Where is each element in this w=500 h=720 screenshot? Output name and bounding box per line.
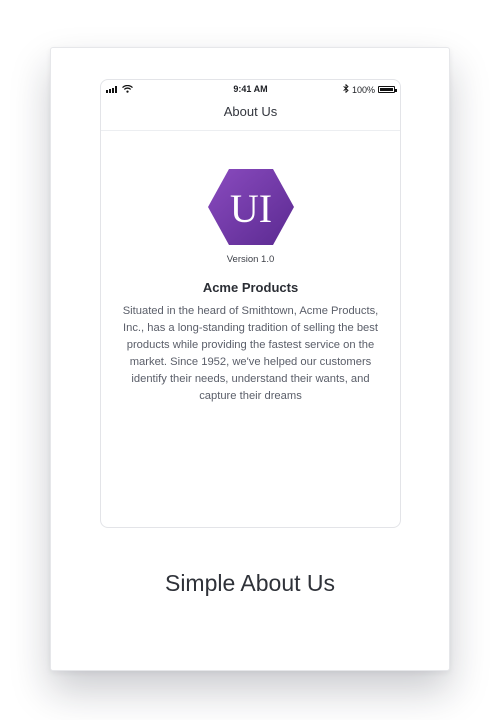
- status-bar: 9:41 AM 100%: [101, 80, 400, 98]
- nav-title: About Us: [223, 104, 278, 119]
- phone-frame: 9:41 AM 100% About Us UI Version 1.0 Acm…: [100, 79, 401, 528]
- status-right: 100%: [343, 83, 397, 95]
- hexagon-logo-icon: UI: [208, 169, 294, 245]
- nav-divider: [101, 130, 400, 131]
- preview-card: 9:41 AM 100% About Us UI Version 1.0 Acm…: [50, 47, 450, 671]
- page-caption: Simple About Us: [164, 570, 336, 596]
- bluetooth-icon: [343, 83, 349, 95]
- battery-percent: 100%: [351, 84, 375, 95]
- battery-icon: [378, 86, 397, 93]
- logo-text: UI: [230, 186, 272, 231]
- version-label: Version 1.0: [226, 254, 275, 265]
- company-description: Situated in the heard of Smithtown, Acme…: [122, 305, 379, 402]
- company-name: Acme Products: [202, 280, 299, 295]
